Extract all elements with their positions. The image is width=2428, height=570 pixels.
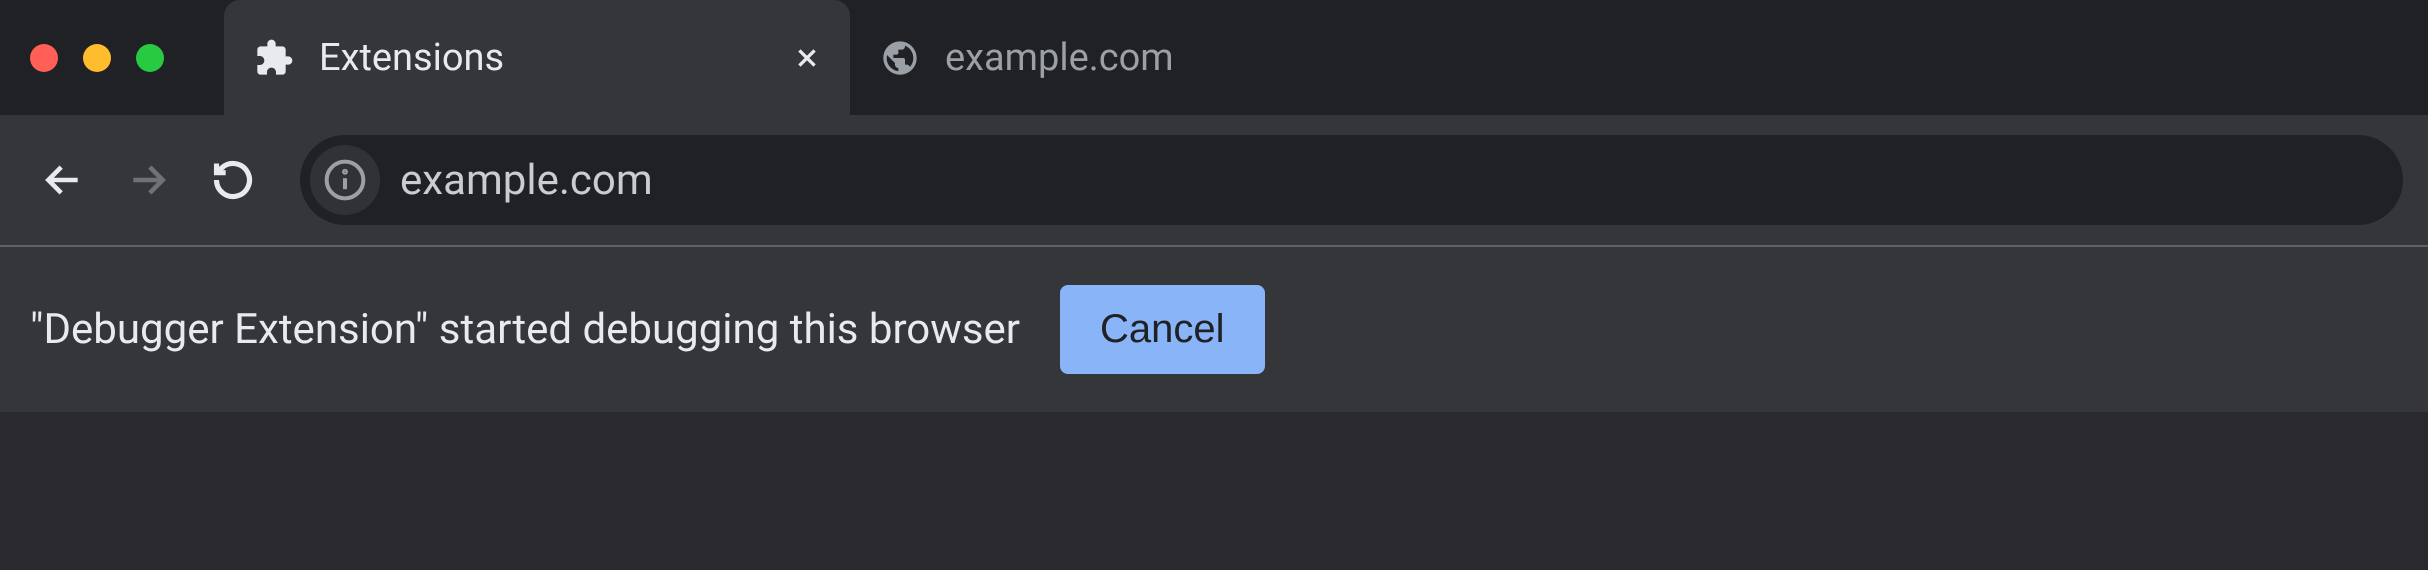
- debugger-infobar: "Debugger Extension" started debugging t…: [0, 247, 2428, 412]
- tab-example-com[interactable]: example.com: [850, 0, 1239, 115]
- arrow-left-icon: [41, 158, 85, 202]
- forward-button[interactable]: [110, 143, 185, 218]
- reload-icon: [211, 158, 255, 202]
- tab-extensions[interactable]: Extensions: [224, 0, 850, 115]
- reload-button[interactable]: [195, 143, 270, 218]
- cancel-button[interactable]: Cancel: [1060, 285, 1265, 374]
- info-icon: [323, 158, 367, 202]
- extension-icon: [254, 38, 294, 78]
- window-close-button[interactable]: [30, 44, 58, 72]
- tab-close-button[interactable]: [789, 40, 825, 76]
- window-maximize-button[interactable]: [136, 44, 164, 72]
- arrow-right-icon: [126, 158, 170, 202]
- close-icon: [794, 45, 820, 71]
- window-minimize-button[interactable]: [83, 44, 111, 72]
- back-button[interactable]: [25, 143, 100, 218]
- url-display: example.com: [400, 156, 2393, 205]
- window-controls: [30, 44, 164, 72]
- tab-title: Extensions: [319, 36, 759, 80]
- omnibox[interactable]: example.com: [300, 135, 2403, 225]
- toolbar: example.com: [0, 115, 2428, 245]
- site-info-button[interactable]: [310, 145, 380, 215]
- tab-bar: Extensions example.com: [0, 0, 2428, 115]
- infobar-message: "Debugger Extension" started debugging t…: [30, 305, 1020, 354]
- tab-title: example.com: [945, 36, 1174, 80]
- globe-icon: [880, 38, 920, 78]
